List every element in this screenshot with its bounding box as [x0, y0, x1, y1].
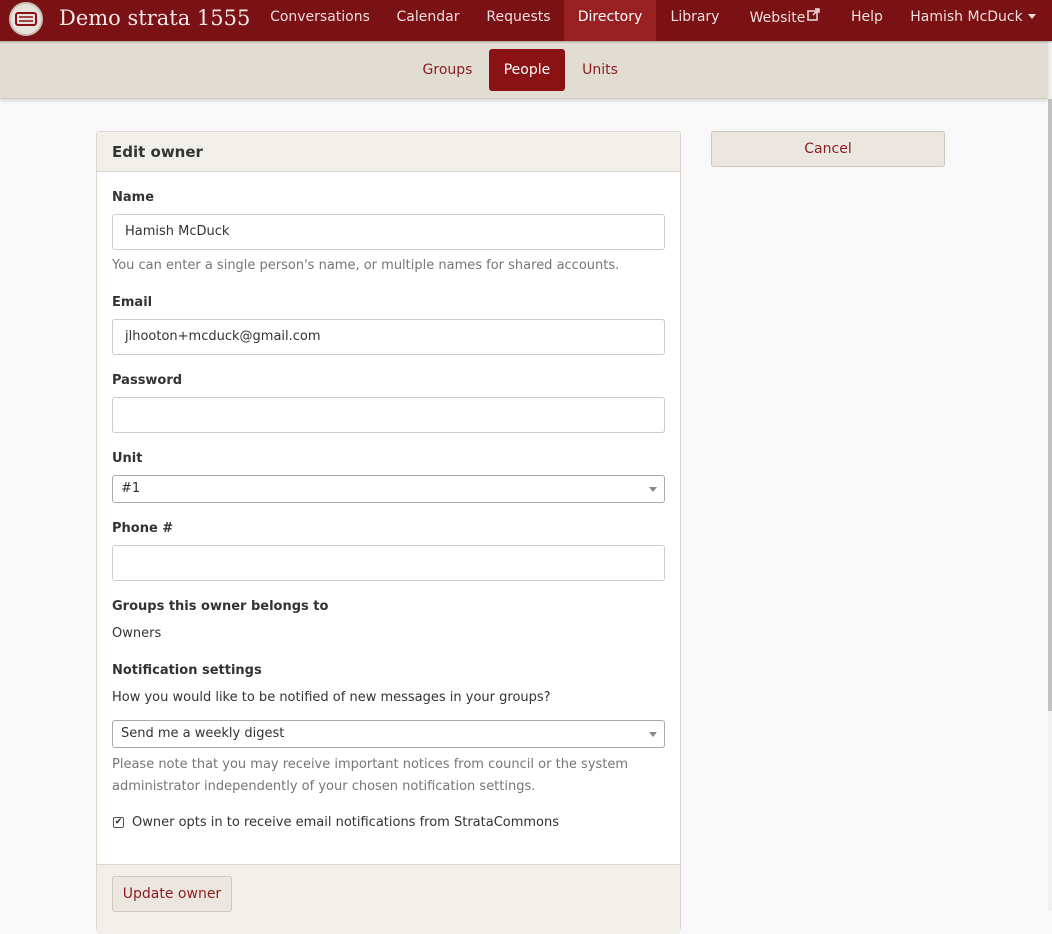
tab-groups[interactable]: Groups — [412, 49, 483, 91]
dropdown-arrow-icon — [649, 487, 657, 492]
groups-value: Owners — [112, 626, 162, 641]
password-field[interactable] — [112, 397, 665, 433]
optin-label[interactable]: Owner opts in to receive email notificat… — [132, 815, 559, 830]
page-scrollbar[interactable] — [1048, 41, 1052, 911]
phone-field[interactable] — [112, 545, 665, 581]
external-link-icon — [807, 0, 821, 34]
dropdown-arrow-icon — [649, 732, 657, 737]
nav-calendar[interactable]: Calendar — [383, 0, 473, 41]
email-field[interactable]: jlhooton+mcduck@gmail.com — [112, 319, 665, 355]
nav-help[interactable]: Help — [836, 0, 898, 41]
tab-people[interactable]: People — [489, 49, 565, 91]
logo-icon[interactable] — [9, 2, 43, 36]
nav-website[interactable]: Website — [734, 0, 836, 41]
notification-select[interactable]: Send me a weekly digest — [112, 720, 665, 748]
update-owner-button[interactable]: Update owner — [112, 876, 232, 912]
top-navbar: Demo strata 1555 Conversations Calendar … — [0, 0, 1052, 41]
notification-help-text: Please note that you may receive importa… — [112, 757, 629, 794]
phone-label: Phone # — [112, 521, 174, 536]
user-name: Hamish McDuck — [910, 9, 1023, 25]
name-label: Name — [112, 190, 155, 205]
nav-directory[interactable]: Directory — [564, 0, 656, 41]
unit-select[interactable]: #1 — [112, 475, 665, 503]
password-label: Password — [112, 373, 183, 388]
unit-label: Unit — [112, 451, 143, 466]
directory-subnav: Groups People Units — [0, 41, 1048, 99]
optin-checkbox[interactable]: ✔ — [113, 817, 124, 828]
unit-selected-value: #1 — [121, 481, 141, 496]
nav-website-label: Website — [749, 10, 806, 26]
name-field[interactable]: Hamish McDuck — [112, 214, 665, 250]
nav-library[interactable]: Library — [656, 0, 734, 41]
user-menu[interactable]: Hamish McDuck — [898, 0, 1048, 41]
nav-requests[interactable]: Requests — [473, 0, 564, 41]
notification-settings-label: Notification settings — [112, 663, 262, 678]
cancel-button[interactable]: Cancel — [711, 131, 945, 167]
brand-title[interactable]: Demo strata 1555 — [59, 3, 250, 33]
panel-title: Edit owner — [97, 132, 680, 172]
scrollbar-thumb[interactable] — [1048, 99, 1052, 711]
nav-conversations[interactable]: Conversations — [257, 0, 383, 41]
notification-selected-value: Send me a weekly digest — [121, 726, 285, 741]
edit-owner-panel: Edit owner Name Hamish McDuck You can en… — [96, 131, 681, 934]
name-help-text: You can enter a single person's name, or… — [112, 258, 620, 273]
caret-down-icon — [1027, 14, 1036, 19]
tab-units[interactable]: Units — [571, 49, 629, 91]
panel-footer: Update owner — [97, 864, 680, 934]
groups-label: Groups this owner belongs to — [112, 599, 329, 614]
notification-question: How you would like to be notified of new… — [112, 690, 551, 705]
email-label: Email — [112, 295, 153, 310]
